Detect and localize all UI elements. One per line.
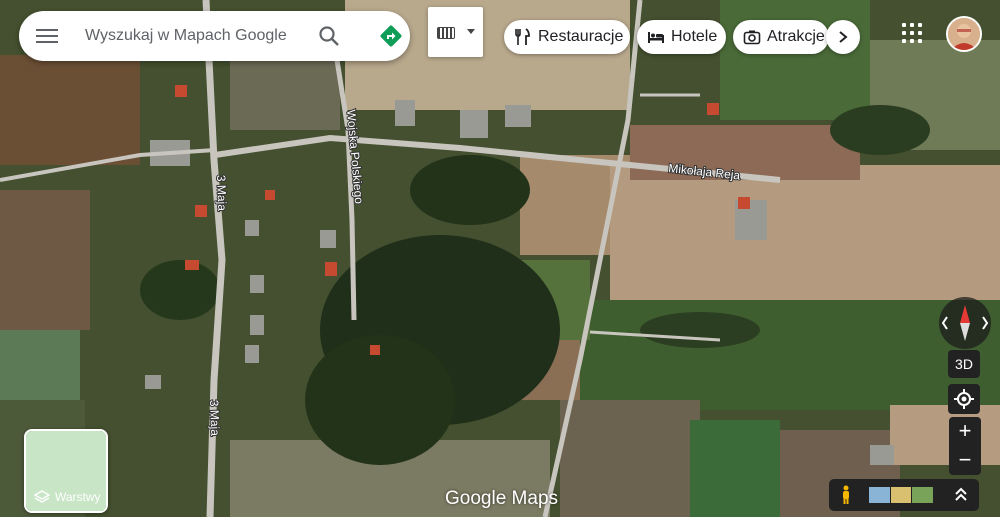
chevron-right-icon [839,31,848,43]
layers-icon [34,490,50,503]
chip-attractions[interactable]: Atrakcje [733,20,829,54]
zoom-controls: + − [949,417,981,475]
chip-label: Hotele [671,28,718,45]
expand-icon[interactable] [953,486,969,504]
locate-icon [954,389,974,409]
bottom-toolbar [829,479,979,511]
camera-icon [743,30,761,45]
zoom-out-button[interactable]: − [949,446,981,475]
chip-hotels[interactable]: Hotele [637,20,726,54]
avatar[interactable] [946,16,982,52]
google-maps-logo: Google Maps [445,488,559,509]
road-label-3maja-upper: 3 Maja [214,175,229,212]
pegman-icon[interactable] [839,485,853,505]
directions-icon[interactable] [378,23,404,49]
fork-knife-icon [515,28,530,45]
locate-button[interactable] [948,384,980,414]
chip-restaurants[interactable]: Restauracje [504,20,630,54]
search-box[interactable]: Wyszukaj w Mapach Google [19,11,410,61]
3d-toggle-button[interactable]: 3D [948,350,980,378]
chip-label: Atrakcje [767,28,825,45]
menu-icon[interactable] [36,26,58,46]
chevron-down-icon [467,29,475,34]
chips-next-button[interactable] [826,20,860,54]
imagery-thumbnails[interactable] [869,487,934,503]
layers-button[interactable]: Warstwy [24,429,108,513]
chip-label: Restauracje [538,28,624,45]
satellite-map[interactable]: 3 Maja 3 Maja Wojska Polskiego Mikołaja … [0,0,1000,517]
keyboard-icon [437,27,455,39]
compass-icon[interactable] [939,297,991,349]
zoom-in-button[interactable]: + [949,417,981,446]
search-icon[interactable] [317,24,341,48]
search-input[interactable]: Wyszukaj w Mapach Google [85,27,287,45]
keyboard-button[interactable] [428,7,483,57]
road-label-3maja-lower: 3 Maja [207,400,222,437]
bed-icon [648,32,664,43]
layers-label: Warstwy [26,483,106,511]
apps-grid-icon[interactable] [900,21,924,45]
layers-text: Warstwy [55,490,101,504]
